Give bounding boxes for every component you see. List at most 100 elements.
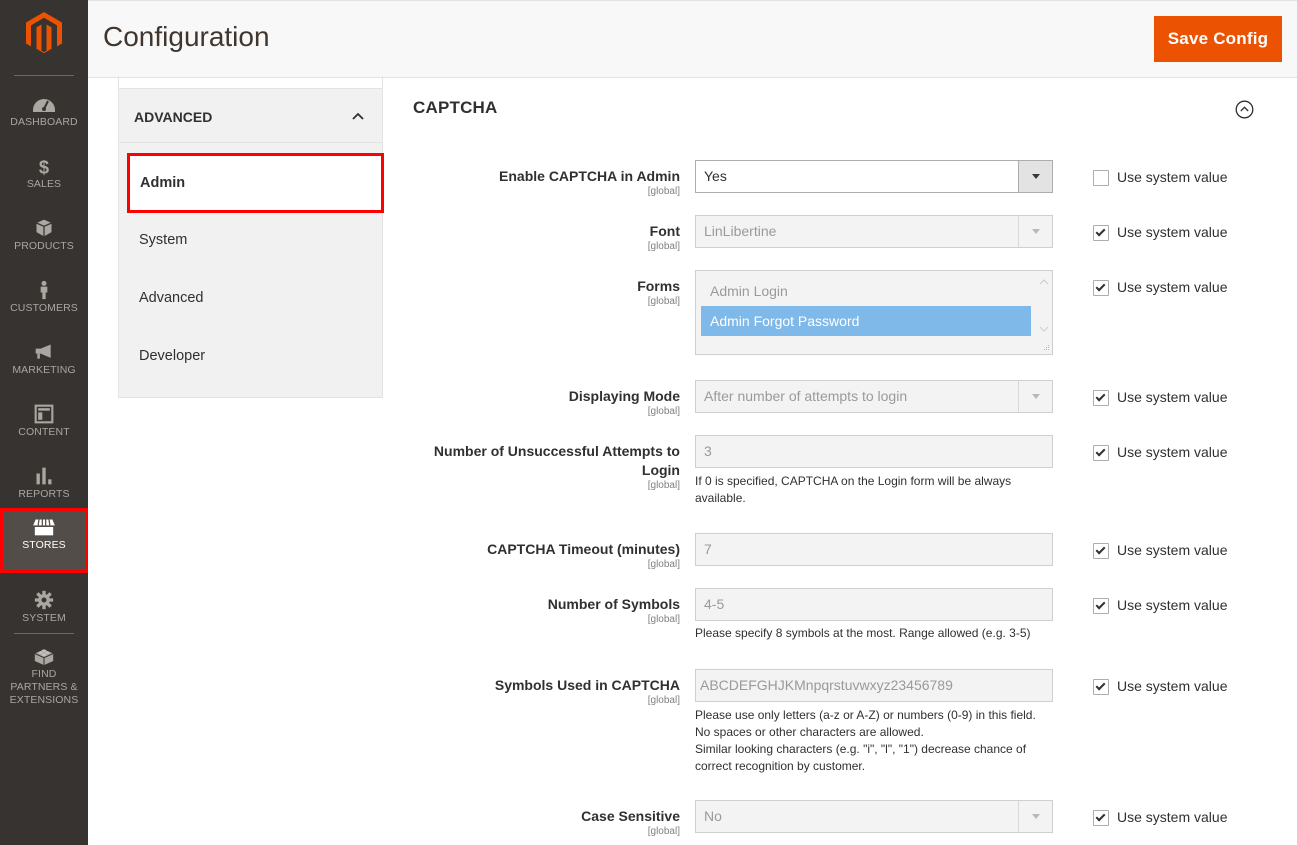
nav-item-marketing[interactable]: MARKETING <box>0 336 88 398</box>
field-note: Please specify 8 symbols at the most. Ra… <box>695 626 1031 640</box>
field-note: If 0 is specified, CAPTCHA on the Login … <box>695 474 1012 505</box>
nav-item-stores[interactable]: STORES <box>0 508 88 573</box>
save-config-button[interactable]: Save Config <box>1154 16 1282 62</box>
chevron-up-icon <box>352 112 364 120</box>
field-note-line: No spaces or other characters are allowe… <box>695 725 924 739</box>
symbols-used-input[interactable]: ABCDEFGHJKMnpqrstuvwxyz23456789 <box>695 669 1053 702</box>
field-scope: [global] <box>647 826 680 837</box>
field-label: Enable CAPTCHA in Admin <box>499 168 680 184</box>
checkmark-icon <box>1095 599 1106 610</box>
checkbox-unchecked[interactable] <box>1093 170 1109 186</box>
multiselect-option-selected[interactable]: Admin Forgot Password <box>701 306 1031 336</box>
nav-item-customers[interactable]: CUSTOMERS <box>0 274 88 336</box>
scrollbar[interactable] <box>1037 272 1051 353</box>
config-sidebar: ADVANCED Admin System Advanced Developer <box>118 78 384 398</box>
nav-divider <box>14 75 74 76</box>
checkbox-checked[interactable] <box>1093 225 1109 241</box>
checkbox-checked[interactable] <box>1093 598 1109 614</box>
use-system-label: Use system value <box>1117 809 1228 825</box>
field-note-line: Please use only letters (a-z or A-Z) or … <box>695 708 1036 722</box>
magento-logo-icon[interactable] <box>26 12 62 54</box>
field-label: CAPTCHA Timeout (minutes) <box>487 541 680 557</box>
unsuccessful-attempts-input[interactable]: 3 <box>695 435 1053 468</box>
caret-down-icon <box>1032 174 1040 179</box>
lego-brick-icon <box>34 649 54 666</box>
field-label: Forms <box>637 278 680 294</box>
checkmark-icon <box>1095 391 1106 402</box>
svg-text:$: $ <box>39 157 49 177</box>
checkbox-checked[interactable] <box>1093 445 1109 461</box>
box-icon <box>36 219 52 237</box>
bar-chart-icon <box>36 467 52 485</box>
checkmark-icon <box>1095 226 1106 237</box>
select-value: After number of attempts to login <box>704 388 908 404</box>
field-label: Font <box>649 223 680 239</box>
enable-captcha-select[interactable]: Yes <box>695 160 1053 193</box>
caret-down-icon <box>1032 394 1040 399</box>
font-select[interactable]: LinLibertine <box>695 215 1053 248</box>
field-label: Number of Unsuccessful Attempts to Login <box>433 443 680 478</box>
gear-icon <box>34 590 54 610</box>
number-of-symbols-input[interactable]: 4-5 <box>695 588 1053 621</box>
field-scope: [global] <box>647 480 680 491</box>
field-scope: [global] <box>647 241 680 252</box>
section-title[interactable]: CAPTCHA <box>413 98 498 118</box>
field-scope: [global] <box>647 186 680 197</box>
field-scope: [global] <box>647 614 680 625</box>
layout-icon <box>34 404 54 424</box>
nav-item-products[interactable]: PRODUCTS <box>0 212 88 274</box>
checkmark-icon <box>1095 281 1106 292</box>
select-arrow-button[interactable] <box>1018 161 1052 192</box>
use-system-label: Use system value <box>1117 597 1228 613</box>
field-label: Displaying Mode <box>568 388 680 404</box>
dashboard-gauge-icon <box>33 99 55 112</box>
checkbox-checked[interactable] <box>1093 280 1109 296</box>
field-note: Please use only letters (a-z or A-Z) or … <box>695 707 1055 775</box>
select-value: LinLibertine <box>704 223 777 239</box>
checkbox-checked[interactable] <box>1093 810 1109 826</box>
field-scope: [global] <box>647 559 680 570</box>
nav-item-dashboard[interactable]: DASHBOARD <box>0 88 88 150</box>
select-arrow-button[interactable] <box>1018 216 1052 247</box>
sidebar-item-advanced[interactable]: Advanced <box>119 269 382 327</box>
multiselect-option[interactable]: Admin Login <box>701 276 1031 306</box>
checkmark-icon <box>1095 544 1106 555</box>
sidebar-item-developer[interactable]: Developer <box>119 327 382 385</box>
select-arrow-button[interactable] <box>1018 381 1052 412</box>
select-arrow-button[interactable] <box>1018 801 1052 832</box>
use-system-label: Use system value <box>1117 389 1228 405</box>
sidebar-item-admin[interactable]: Admin <box>127 153 384 213</box>
checkmark-icon <box>1095 811 1106 822</box>
use-system-label: Use system value <box>1117 678 1228 694</box>
field-label: Case Sensitive <box>581 808 680 824</box>
checkbox-checked[interactable] <box>1093 543 1109 559</box>
caret-down-icon <box>1032 814 1040 819</box>
forms-multiselect[interactable]: Admin Login Admin Forgot Password <box>695 270 1053 355</box>
nav-item-system[interactable]: SYSTEM <box>0 584 88 646</box>
select-value: No <box>704 808 722 824</box>
sidebar-item-system[interactable]: System <box>119 211 382 269</box>
checkbox-checked[interactable] <box>1093 679 1109 695</box>
field-label: Symbols Used in CAPTCHA <box>494 677 680 693</box>
person-icon <box>40 280 48 300</box>
field-scope: [global] <box>647 296 680 307</box>
admin-main-nav: DASHBOARD $ SALES PRODUCTS CUSTOMERS MAR… <box>0 0 88 845</box>
displaying-mode-select[interactable]: After number of attempts to login <box>695 380 1053 413</box>
select-value: Yes <box>704 168 727 184</box>
collapse-section-icon[interactable] <box>1235 100 1254 119</box>
use-system-label: Use system value <box>1117 444 1228 460</box>
page-header: Configuration Save Config <box>88 0 1297 78</box>
use-system-label: Use system value <box>1117 279 1228 295</box>
nav-item-sales[interactable]: $ SALES <box>0 150 88 212</box>
nav-item-find-partners[interactable]: FIND PARTNERS & EXTENSIONS <box>0 640 88 706</box>
nav-item-content[interactable]: CONTENT <box>0 398 88 460</box>
page-title: Configuration <box>103 21 270 52</box>
field-scope: [global] <box>647 406 680 417</box>
sidebar-top-edge <box>119 78 382 89</box>
captcha-timeout-input[interactable]: 7 <box>695 533 1053 566</box>
case-sensitive-select[interactable]: No <box>695 800 1053 833</box>
sidebar-group-advanced[interactable]: ADVANCED <box>119 90 382 143</box>
checkbox-checked[interactable] <box>1093 390 1109 406</box>
field-scope: [global] <box>647 695 680 706</box>
field-label: Number of Symbols <box>547 596 680 612</box>
